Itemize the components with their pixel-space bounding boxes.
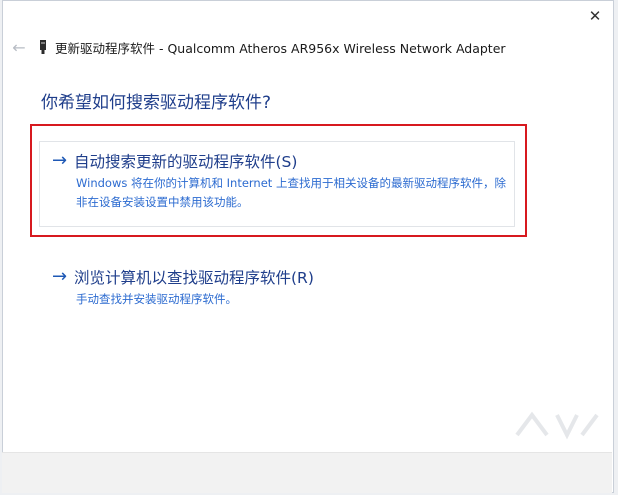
auto-search-option[interactable]: → 自动搜索更新的驱动程序软件(S) Windows 将在你的计算机和 Inte… — [39, 141, 515, 227]
browse-computer-option[interactable]: → 浏览计算机以查找驱动程序软件(R) 手动查找并安装驱动程序软件。 — [39, 257, 515, 313]
browse-computer-description: 手动查找并安装驱动程序软件。 — [76, 292, 237, 306]
close-icon: ✕ — [588, 7, 602, 25]
close-button[interactable]: ✕ — [583, 5, 607, 27]
back-button[interactable]: ← — [9, 37, 29, 57]
dialog-footer — [2, 452, 612, 493]
network-adapter-icon — [39, 40, 47, 54]
window-title: 更新驱动程序软件 - Qualcomm Atheros AR956x Wirel… — [55, 40, 506, 56]
arrow-right-icon: → — [52, 266, 68, 287]
page-heading: 你希望如何搜索驱动程序软件? — [41, 93, 272, 113]
auto-search-description: Windows 将在你的计算机和 Internet 上查找用于相关设备的最新驱动… — [76, 176, 506, 209]
auto-search-title: 自动搜索更新的驱动程序软件(S) — [74, 153, 298, 171]
back-arrow-icon: ← — [12, 37, 26, 57]
watermark-logo — [515, 411, 599, 440]
title-bar: ← 更新驱动程序软件 - Qualcomm Atheros AR956x Wir… — [9, 37, 506, 57]
browse-computer-title: 浏览计算机以查找驱动程序软件(R) — [74, 269, 314, 287]
arrow-right-icon: → — [52, 150, 68, 171]
